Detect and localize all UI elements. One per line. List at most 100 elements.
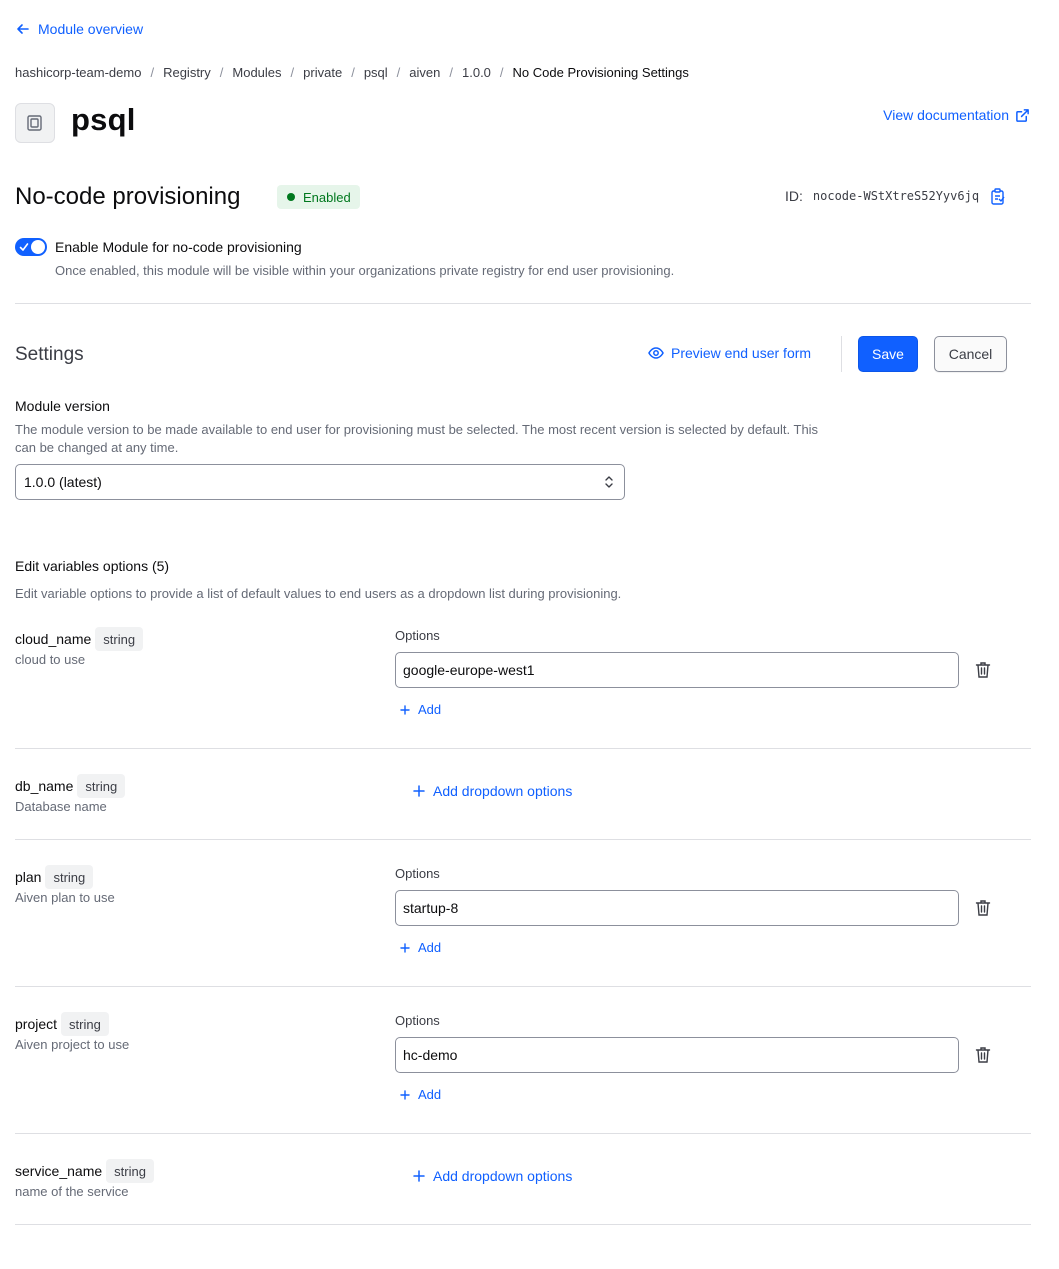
toggle-knob bbox=[31, 240, 45, 254]
status-label: Enabled bbox=[303, 189, 351, 205]
plus-icon bbox=[400, 1089, 410, 1100]
trash-icon[interactable] bbox=[973, 898, 993, 918]
breadcrumb-separator: / bbox=[396, 65, 401, 80]
check-icon bbox=[19, 243, 29, 251]
divider bbox=[15, 1224, 1031, 1225]
add-dropdown-options-button[interactable]: Add dropdown options bbox=[413, 1168, 572, 1184]
plus-icon bbox=[400, 942, 410, 953]
nocode-id: ID: nocode-WStXtreS52Yyv6jq bbox=[785, 187, 1007, 205]
module-version-help: The module version to be made available … bbox=[15, 422, 819, 455]
option-input[interactable]: hc-demo bbox=[395, 1037, 959, 1073]
variable-name: plan bbox=[15, 869, 42, 885]
breadcrumb-item-psql[interactable]: psql bbox=[364, 65, 388, 80]
variable-name-row: plan string bbox=[15, 865, 94, 889]
plus-icon bbox=[413, 785, 425, 797]
divider bbox=[15, 986, 1031, 987]
breadcrumb: hashicorp-team-demo / Registry / Modules… bbox=[15, 65, 689, 80]
cancel-button[interactable]: Cancel bbox=[934, 336, 1007, 372]
preview-label: Preview end user form bbox=[671, 345, 812, 361]
variable-type-badge: string bbox=[77, 774, 126, 798]
breadcrumb-separator: / bbox=[290, 65, 295, 80]
add-option-button[interactable]: Add bbox=[400, 1087, 441, 1102]
edit-variables-help: Edit variable options to provide a list … bbox=[15, 586, 622, 601]
variable-description: Aiven project to use bbox=[15, 1037, 130, 1052]
add-option-button[interactable]: Add bbox=[400, 940, 441, 955]
option-input[interactable]: google-europe-west1 bbox=[395, 652, 959, 688]
variable-description: cloud to use bbox=[15, 652, 86, 667]
add-dropdown-label: Add dropdown options bbox=[433, 1168, 573, 1184]
status-dot-icon bbox=[287, 193, 295, 201]
arrow-left-icon bbox=[17, 24, 29, 34]
variable-name-row: project string bbox=[15, 1012, 109, 1036]
variable-type-badge: string bbox=[61, 1012, 109, 1036]
view-documentation-label: View documentation bbox=[883, 107, 1009, 123]
variable-type-badge: string bbox=[45, 865, 94, 889]
eye-icon bbox=[648, 347, 664, 359]
trash-icon[interactable] bbox=[973, 660, 993, 680]
trash-icon[interactable] bbox=[973, 1045, 993, 1065]
breadcrumb-separator: / bbox=[449, 65, 453, 80]
breadcrumb-separator: / bbox=[499, 65, 504, 80]
toggle-label: Enable Module for no-code provisioning bbox=[55, 239, 302, 255]
variable-name: cloud_name bbox=[15, 631, 92, 647]
variable-name-row: db_name string bbox=[15, 774, 126, 798]
variable-type-badge: string bbox=[106, 1159, 154, 1183]
plus-icon bbox=[413, 1170, 425, 1182]
breadcrumb-item-current: No Code Provisioning Settings bbox=[512, 65, 689, 80]
view-documentation-link[interactable]: View documentation bbox=[883, 107, 1030, 123]
nocode-title: No-code provisioning bbox=[15, 183, 241, 210]
add-dropdown-label: Add dropdown options bbox=[433, 783, 573, 799]
options-label: Options bbox=[395, 628, 440, 643]
nocode-toggle[interactable] bbox=[15, 238, 47, 256]
breadcrumb-separator: / bbox=[351, 65, 355, 80]
plus-icon bbox=[400, 704, 410, 715]
breadcrumb-item-version[interactable]: 1.0.0 bbox=[462, 65, 491, 80]
breadcrumb-separator: / bbox=[150, 65, 155, 80]
variable-description: Aiven plan to use bbox=[15, 890, 115, 905]
variable-description: Database name bbox=[15, 799, 107, 814]
add-option-button[interactable]: Add bbox=[400, 702, 441, 717]
breadcrumb-item-modules[interactable]: Modules bbox=[232, 65, 281, 80]
divider bbox=[15, 1133, 1031, 1134]
module-overview-label: Module overview bbox=[38, 21, 144, 37]
chevron-up-down-icon bbox=[605, 476, 613, 488]
options-label: Options bbox=[395, 866, 440, 881]
toggle-help-text: Once enabled, this module will be visibl… bbox=[55, 263, 675, 278]
variable-name: db_name bbox=[15, 778, 74, 794]
add-dropdown-options-button[interactable]: Add dropdown options bbox=[413, 783, 572, 799]
breadcrumb-item-org[interactable]: hashicorp-team-demo bbox=[15, 65, 141, 80]
variable-name-row: service_name string bbox=[15, 1159, 154, 1183]
divider bbox=[15, 748, 1031, 749]
module-version-label: Module version bbox=[15, 398, 110, 414]
id-value: nocode-WStXtreS52Yyv6jq bbox=[812, 189, 980, 203]
variable-name-row: cloud_name string bbox=[15, 627, 144, 651]
page-title: psql bbox=[71, 102, 136, 137]
variable-type-badge: string bbox=[95, 627, 144, 651]
options-label: Options bbox=[395, 1013, 440, 1028]
preview-end-user-form-button[interactable]: Preview end user form bbox=[648, 345, 811, 361]
status-badge: Enabled bbox=[277, 185, 360, 209]
breadcrumb-item-registry[interactable]: Registry bbox=[163, 65, 211, 80]
add-label: Add bbox=[418, 940, 442, 955]
variable-name: service_name bbox=[15, 1163, 103, 1179]
edit-variables-title: Edit variables options (5) bbox=[15, 558, 170, 574]
breadcrumb-item-private[interactable]: private bbox=[303, 65, 342, 80]
clipboard-copy-icon[interactable] bbox=[989, 187, 1007, 205]
external-link-icon bbox=[1016, 108, 1029, 122]
divider bbox=[15, 839, 1031, 840]
module-icon bbox=[15, 103, 55, 143]
add-label: Add bbox=[418, 1087, 442, 1102]
save-button[interactable]: Save bbox=[858, 336, 918, 372]
id-label: ID: bbox=[785, 188, 803, 204]
page: Module overview hashicorp-team-demo / Re… bbox=[0, 0, 1059, 1269]
breadcrumb-separator: / bbox=[219, 65, 224, 80]
variable-name: project bbox=[15, 1016, 58, 1032]
module-overview-link[interactable]: Module overview bbox=[15, 21, 143, 37]
module-version-select[interactable]: 1.0.0 (latest) bbox=[15, 464, 625, 500]
add-label: Add bbox=[418, 702, 442, 717]
breadcrumb-item-aiven[interactable]: aiven bbox=[409, 65, 440, 80]
settings-title: Settings bbox=[15, 344, 84, 365]
toolbar-separator bbox=[841, 336, 842, 372]
option-input[interactable]: startup-8 bbox=[395, 890, 959, 926]
variable-description: name of the service bbox=[15, 1184, 129, 1199]
